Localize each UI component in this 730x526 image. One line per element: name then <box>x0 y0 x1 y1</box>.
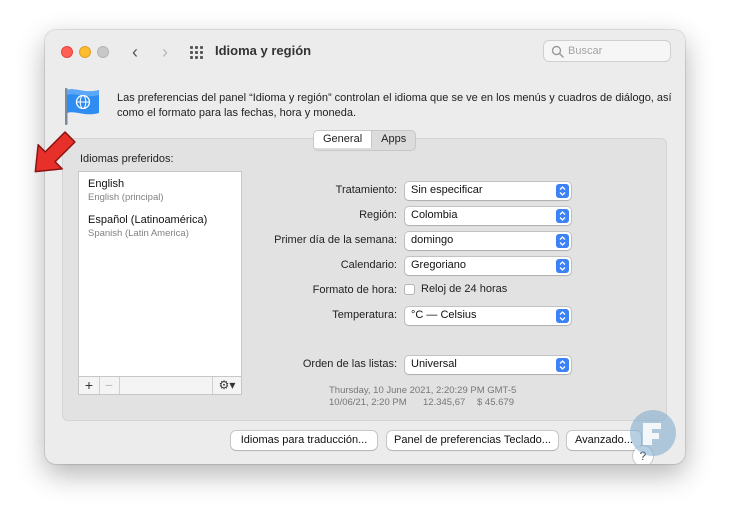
region-value: Colombia <box>411 209 458 221</box>
chevron-updown-icon <box>556 358 569 372</box>
formato-hora-label: Formato de hora: <box>312 284 397 296</box>
chevron-updown-icon <box>556 209 569 223</box>
tratamiento-value: Sin especificar <box>411 184 483 196</box>
primer-dia-value: domingo <box>411 234 454 246</box>
reloj-24-horas-label[interactable]: Reloj de 24 horas <box>421 283 507 295</box>
sample-date-long: Thursday, 10 June 2021, 2:20:29 PM GMT-5 <box>329 385 517 396</box>
chevron-right-icon[interactable]: › <box>155 41 175 63</box>
list-item[interactable]: Español (Latinoamérica) Spanish (Latin A… <box>88 214 207 239</box>
search-input[interactable]: Buscar <box>543 40 671 62</box>
language-subtitle: Spanish (Latin America) <box>88 228 189 239</box>
flag-globe-icon <box>65 88 99 125</box>
orden-listas-label: Orden de las listas: <box>302 358 397 370</box>
temperatura-label: Temperatura: <box>332 309 397 321</box>
grid-icon[interactable] <box>190 46 205 59</box>
chevron-updown-icon <box>556 184 569 198</box>
preferred-languages-list: English English (principal) Español (Lat… <box>78 171 242 377</box>
tab-apps[interactable]: Apps <box>371 131 415 148</box>
chevron-updown-icon <box>556 309 569 323</box>
red-arrow-annotation <box>34 131 76 173</box>
language-name: English <box>88 178 125 190</box>
temperatura-value: °C — Celsius <box>411 309 477 321</box>
language-subtitle: English (principal) <box>88 192 164 203</box>
title-bar: ‹ › Idioma y región Buscar <box>45 30 685 74</box>
tab-bar: General Apps <box>313 130 417 151</box>
search-icon <box>551 45 564 58</box>
temperatura-popup[interactable]: °C — Celsius <box>405 307 571 325</box>
sample-number: 12.345,67 <box>423 397 466 408</box>
close-button[interactable] <box>61 46 73 58</box>
chevron-updown-icon <box>556 259 569 273</box>
keyboard-preferences-button[interactable]: Panel de preferencias Teclado... <box>387 431 558 450</box>
preferred-languages-label: Idiomas preferidos: <box>80 153 174 165</box>
calendario-label: Calendario: <box>340 259 397 271</box>
preferences-window: ‹ › Idioma y región Buscar Las preferenc… <box>45 30 685 464</box>
tab-general[interactable]: General <box>314 131 372 148</box>
tratamiento-label: Tratamiento: <box>335 184 397 196</box>
window-title: Idioma y región <box>215 43 312 58</box>
region-label: Región: <box>359 209 397 221</box>
tratamiento-popup[interactable]: Sin especificar <box>405 182 571 200</box>
chevron-left-icon[interactable]: ‹ <box>125 41 145 63</box>
language-name: Español (Latinoamérica) <box>88 214 208 226</box>
reloj-24-horas-checkbox[interactable] <box>404 284 415 295</box>
orden-listas-value: Universal <box>411 358 457 370</box>
chevron-updown-icon <box>556 234 569 248</box>
calendario-value: Gregoriano <box>411 259 467 271</box>
logo-watermark <box>630 410 676 456</box>
region-popup[interactable]: Colombia <box>405 207 571 225</box>
sample-date-short: 10/06/21, 2:20 PM <box>329 397 407 408</box>
minimize-button[interactable] <box>79 46 91 58</box>
list-toolbar: + − ⚙▾ <box>78 377 242 395</box>
search-placeholder: Buscar <box>568 45 603 57</box>
calendario-popup[interactable]: Gregoriano <box>405 257 571 275</box>
primer-dia-popup[interactable]: domingo <box>405 232 571 250</box>
orden-listas-popup[interactable]: Universal <box>405 356 571 374</box>
sample-currency: $ 45.679 <box>477 397 514 408</box>
add-language-button[interactable]: + <box>79 377 100 394</box>
list-item[interactable]: English English (principal) <box>88 178 164 203</box>
description-text: Las preferencias del panel “Idioma y reg… <box>117 92 672 119</box>
zoom-button[interactable] <box>97 46 109 58</box>
translation-languages-button[interactable]: Idiomas para traducción... <box>231 431 377 450</box>
remove-language-button[interactable]: − <box>99 377 120 394</box>
gear-icon[interactable]: ⚙▾ <box>212 377 241 394</box>
primer-dia-label: Primer día de la semana: <box>274 234 397 246</box>
